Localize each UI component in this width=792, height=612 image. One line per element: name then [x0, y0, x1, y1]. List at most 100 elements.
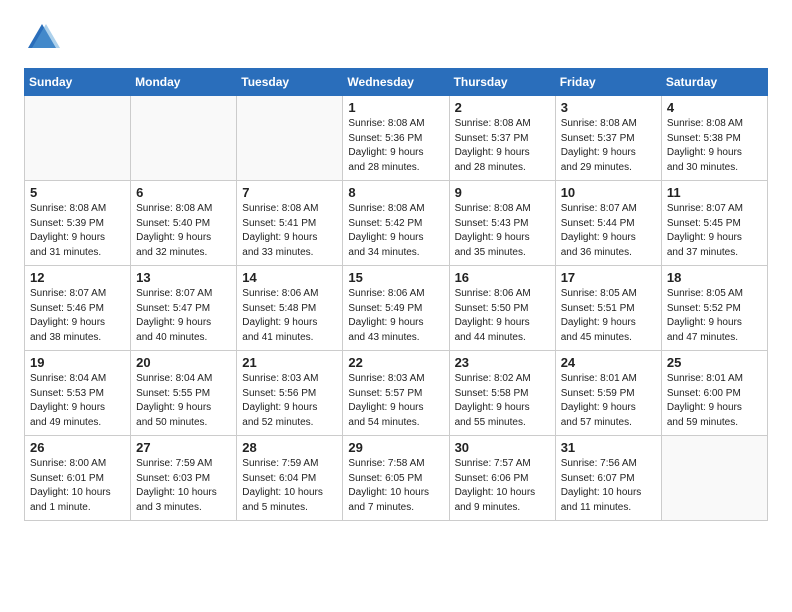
day-info: Sunrise: 8:04 AM Sunset: 5:55 PM Dayligh… — [136, 372, 231, 430]
day-cell: 6 Sunrise: 8:08 AM Sunset: 5:40 PM Daylig… — [131, 181, 237, 266]
day-cell: 24 Sunrise: 8:01 AM Sunset: 5:59 PM Dayli… — [555, 351, 661, 436]
day-number: 23 — [455, 355, 550, 370]
day-info: Sunrise: 8:08 AM Sunset: 5:37 PM Dayligh… — [561, 117, 656, 175]
day-cell: 19Sunrise: 8:04 AM Sunset: 5:53 PM Dayli… — [25, 351, 131, 436]
day-info: Sunrise: 7:59 AM Sunset: 6:03 PM Dayligh… — [136, 457, 231, 515]
day-number: 6 — [136, 185, 231, 200]
day-info: Sunrise: 8:01 AM Sunset: 5:59 PM Dayligh… — [561, 372, 656, 430]
day-cell: 5Sunrise: 8:08 AM Sunset: 5:39 PM Daylig… — [25, 181, 131, 266]
day-cell: 29Sunrise: 7:58 AM Sunset: 6:05 PM Dayli… — [343, 436, 449, 521]
day-cell: 23 Sunrise: 8:02 AM Sunset: 5:58 PM Dayli… — [449, 351, 555, 436]
day-number: 26 — [30, 440, 125, 455]
week-row-5: 26 Sunrise: 8:00 AM Sunset: 6:01 PM Dayli… — [25, 436, 768, 521]
day-number: 8 — [348, 185, 443, 200]
day-cell — [131, 96, 237, 181]
day-cell: 2 Sunrise: 8:08 AM Sunset: 5:37 PM Daylig… — [449, 96, 555, 181]
day-number: 3 — [561, 100, 656, 115]
day-cell: 12 Sunrise: 8:07 AM Sunset: 5:46 PM Dayli… — [25, 266, 131, 351]
day-info: Sunrise: 8:07 AM Sunset: 5:46 PM Dayligh… — [30, 287, 125, 345]
day-info: Sunrise: 8:00 AM Sunset: 6:01 PM Dayligh… — [30, 457, 125, 515]
day-info: Sunrise: 8:08 AM Sunset: 5:37 PM Dayligh… — [455, 117, 550, 175]
day-info: Sunrise: 8:08 AM Sunset: 5:36 PM Dayligh… — [348, 117, 443, 175]
day-number: 28 — [242, 440, 337, 455]
day-info: Sunrise: 7:58 AM Sunset: 6:05 PM Dayligh… — [348, 457, 443, 515]
day-info: Sunrise: 8:08 AM Sunset: 5:38 PM Dayligh… — [667, 117, 762, 175]
day-number: 12 — [30, 270, 125, 285]
day-number: 2 — [455, 100, 550, 115]
day-info: Sunrise: 8:05 AM Sunset: 5:52 PM Dayligh… — [667, 287, 762, 345]
day-info: Sunrise: 8:02 AM Sunset: 5:58 PM Dayligh… — [455, 372, 550, 430]
day-info: Sunrise: 7:56 AM Sunset: 6:07 PM Dayligh… — [561, 457, 656, 515]
day-cell: 4 Sunrise: 8:08 AM Sunset: 5:38 PM Daylig… — [661, 96, 767, 181]
day-info: Sunrise: 8:03 AM Sunset: 5:57 PM Dayligh… — [348, 372, 443, 430]
day-cell: 26 Sunrise: 8:00 AM Sunset: 6:01 PM Dayli… — [25, 436, 131, 521]
day-number: 1 — [348, 100, 443, 115]
day-cell — [661, 436, 767, 521]
weekday-header-wednesday: Wednesday — [343, 69, 449, 96]
day-cell: 28 Sunrise: 7:59 AM Sunset: 6:04 PM Dayli… — [237, 436, 343, 521]
day-number: 9 — [455, 185, 550, 200]
page: SundayMondayTuesdayWednesdayThursdayFrid… — [0, 0, 792, 541]
day-number: 30 — [455, 440, 550, 455]
day-number: 25 — [667, 355, 762, 370]
day-number: 27 — [136, 440, 231, 455]
day-cell: 8 Sunrise: 8:08 AM Sunset: 5:42 PM Daylig… — [343, 181, 449, 266]
day-info: Sunrise: 8:08 AM Sunset: 5:42 PM Dayligh… — [348, 202, 443, 260]
week-row-2: 5Sunrise: 8:08 AM Sunset: 5:39 PM Daylig… — [25, 181, 768, 266]
day-cell: 17Sunrise: 8:05 AM Sunset: 5:51 PM Dayli… — [555, 266, 661, 351]
day-number: 22 — [348, 355, 443, 370]
day-info: Sunrise: 8:08 AM Sunset: 5:41 PM Dayligh… — [242, 202, 337, 260]
day-cell: 7Sunrise: 8:08 AM Sunset: 5:41 PM Daylig… — [237, 181, 343, 266]
day-number: 31 — [561, 440, 656, 455]
day-info: Sunrise: 8:08 AM Sunset: 5:43 PM Dayligh… — [455, 202, 550, 260]
weekday-header-thursday: Thursday — [449, 69, 555, 96]
weekday-header-tuesday: Tuesday — [237, 69, 343, 96]
day-cell: 15Sunrise: 8:06 AM Sunset: 5:49 PM Dayli… — [343, 266, 449, 351]
day-info: Sunrise: 8:01 AM Sunset: 6:00 PM Dayligh… — [667, 372, 762, 430]
day-info: Sunrise: 8:03 AM Sunset: 5:56 PM Dayligh… — [242, 372, 337, 430]
week-row-4: 19Sunrise: 8:04 AM Sunset: 5:53 PM Dayli… — [25, 351, 768, 436]
logo — [24, 20, 66, 56]
day-cell: 18 Sunrise: 8:05 AM Sunset: 5:52 PM Dayli… — [661, 266, 767, 351]
day-number: 13 — [136, 270, 231, 285]
weekday-header-sunday: Sunday — [25, 69, 131, 96]
week-row-1: 1 Sunrise: 8:08 AM Sunset: 5:36 PM Daylig… — [25, 96, 768, 181]
day-number: 17 — [561, 270, 656, 285]
weekday-header-friday: Friday — [555, 69, 661, 96]
weekday-header-monday: Monday — [131, 69, 237, 96]
day-cell — [25, 96, 131, 181]
day-info: Sunrise: 7:57 AM Sunset: 6:06 PM Dayligh… — [455, 457, 550, 515]
weekday-header-row: SundayMondayTuesdayWednesdayThursdayFrid… — [25, 69, 768, 96]
day-cell — [237, 96, 343, 181]
day-cell: 31 Sunrise: 7:56 AM Sunset: 6:07 PM Dayli… — [555, 436, 661, 521]
day-info: Sunrise: 8:08 AM Sunset: 5:40 PM Dayligh… — [136, 202, 231, 260]
day-number: 15 — [348, 270, 443, 285]
day-info: Sunrise: 8:06 AM Sunset: 5:48 PM Dayligh… — [242, 287, 337, 345]
day-info: Sunrise: 8:07 AM Sunset: 5:45 PM Dayligh… — [667, 202, 762, 260]
day-cell: 9 Sunrise: 8:08 AM Sunset: 5:43 PM Daylig… — [449, 181, 555, 266]
day-number: 21 — [242, 355, 337, 370]
day-number: 18 — [667, 270, 762, 285]
day-cell: 13 Sunrise: 8:07 AM Sunset: 5:47 PM Dayli… — [131, 266, 237, 351]
day-number: 20 — [136, 355, 231, 370]
day-cell: 25 Sunrise: 8:01 AM Sunset: 6:00 PM Dayli… — [661, 351, 767, 436]
day-number: 4 — [667, 100, 762, 115]
calendar-table: SundayMondayTuesdayWednesdayThursdayFrid… — [24, 68, 768, 521]
day-cell: 22 Sunrise: 8:03 AM Sunset: 5:57 PM Dayli… — [343, 351, 449, 436]
day-cell: 14Sunrise: 8:06 AM Sunset: 5:48 PM Dayli… — [237, 266, 343, 351]
header — [24, 20, 768, 56]
day-number: 24 — [561, 355, 656, 370]
day-info: Sunrise: 8:07 AM Sunset: 5:47 PM Dayligh… — [136, 287, 231, 345]
day-number: 11 — [667, 185, 762, 200]
day-cell: 20 Sunrise: 8:04 AM Sunset: 5:55 PM Dayli… — [131, 351, 237, 436]
day-cell: 21 Sunrise: 8:03 AM Sunset: 5:56 PM Dayli… — [237, 351, 343, 436]
day-info: Sunrise: 8:06 AM Sunset: 5:50 PM Dayligh… — [455, 287, 550, 345]
day-cell: 27 Sunrise: 7:59 AM Sunset: 6:03 PM Dayli… — [131, 436, 237, 521]
day-cell: 16Sunrise: 8:06 AM Sunset: 5:50 PM Dayli… — [449, 266, 555, 351]
day-number: 10 — [561, 185, 656, 200]
day-cell: 11 Sunrise: 8:07 AM Sunset: 5:45 PM Dayli… — [661, 181, 767, 266]
day-cell: 10 Sunrise: 8:07 AM Sunset: 5:44 PM Dayli… — [555, 181, 661, 266]
day-info: Sunrise: 7:59 AM Sunset: 6:04 PM Dayligh… — [242, 457, 337, 515]
day-info: Sunrise: 8:07 AM Sunset: 5:44 PM Dayligh… — [561, 202, 656, 260]
day-info: Sunrise: 8:04 AM Sunset: 5:53 PM Dayligh… — [30, 372, 125, 430]
